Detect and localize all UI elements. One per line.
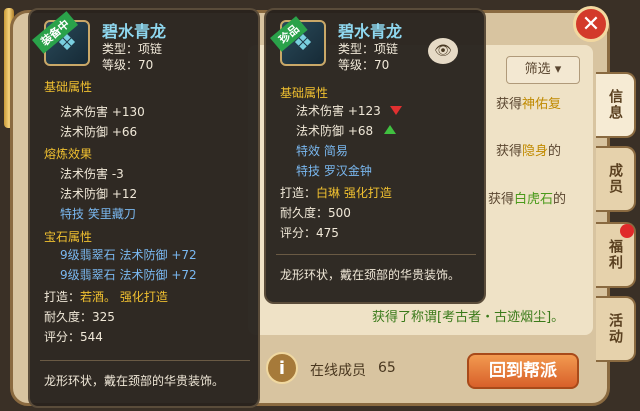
special-skill: 特技 罗汉金钟 — [296, 164, 372, 178]
base-attr-title: 基础属性 — [44, 80, 93, 94]
durability: 耐久度：500 — [280, 206, 351, 220]
info-icon[interactable]: i — [266, 352, 298, 384]
forge-info: 打造：若酒。 强化打造 — [44, 290, 168, 304]
item-level: 等级：70 — [338, 58, 390, 72]
filter-dropdown[interactable]: 筛选 ▾ — [506, 56, 580, 84]
attr-row: 法术伤害 +123 — [296, 104, 381, 118]
refine-row: 法术防御 +12 — [60, 187, 138, 201]
attr-row: 法术防御 +68 — [296, 124, 374, 138]
increase-arrow-icon — [384, 125, 396, 134]
item-name: 碧水青龙 — [338, 22, 403, 41]
forge-info: 打造：白琳 强化打造 — [280, 186, 392, 200]
attr-row: 法术伤害 +130 — [60, 105, 145, 119]
item-description: 龙形环状，戴在颈部的华贵装饰。 — [280, 268, 461, 282]
score: 评分：475 — [280, 226, 339, 240]
item-name: 碧水青龙 — [102, 22, 167, 41]
gem-row: 9级翡翠石 法术防御 +72 — [60, 248, 197, 262]
base-attr-title: 基础属性 — [280, 86, 329, 100]
back-to-guild-button[interactable]: 回到帮派 — [467, 353, 579, 389]
eye-icon[interactable]: 👁 — [428, 38, 458, 64]
item-type: 类型：项链 — [338, 42, 399, 56]
equipped-item-tooltip: ❖ 装备中 碧水青龙 类型：项链 等级：70 基础属性 法术伤害 +130 法术… — [28, 8, 260, 408]
feed-item: 获得白虎石的 — [488, 192, 567, 207]
divider — [276, 254, 476, 255]
item-type: 类型：项链 — [102, 42, 163, 56]
gem-row: 9级翡翠石 法术防御 +72 — [60, 268, 197, 282]
feed-item: 获得神佑复 — [496, 97, 562, 112]
feed-title-item: 获得了称谓[考古者・古迹烟尘]。 — [372, 310, 565, 325]
gem-attr-title: 宝石属性 — [44, 230, 93, 244]
feed-item: 获得隐身的 — [496, 144, 562, 159]
durability: 耐久度：325 — [44, 310, 115, 324]
tab-info[interactable]: 信息 — [596, 72, 636, 138]
tab-activity[interactable]: 活动 — [596, 296, 636, 362]
decrease-arrow-icon — [390, 106, 402, 115]
notification-dot — [620, 224, 634, 238]
item-description: 龙形环状，戴在颈部的华贵装饰。 — [44, 374, 225, 388]
special-skill: 特技 笑里藏刀 — [60, 207, 136, 221]
tab-members[interactable]: 成员 — [596, 146, 636, 212]
refine-row: 法术伤害 -3 — [60, 167, 124, 181]
online-members-count: 65 — [378, 360, 396, 376]
divider — [40, 360, 250, 361]
special-effect: 特效 简易 — [296, 144, 348, 158]
close-button[interactable]: ✕ — [573, 6, 609, 42]
online-members-label: 在线成员 — [310, 363, 366, 379]
refine-title: 熔炼效果 — [44, 147, 93, 161]
score: 评分：544 — [44, 330, 103, 344]
item-level: 等级：70 — [102, 58, 154, 72]
attr-row: 法术防御 +66 — [60, 125, 138, 139]
